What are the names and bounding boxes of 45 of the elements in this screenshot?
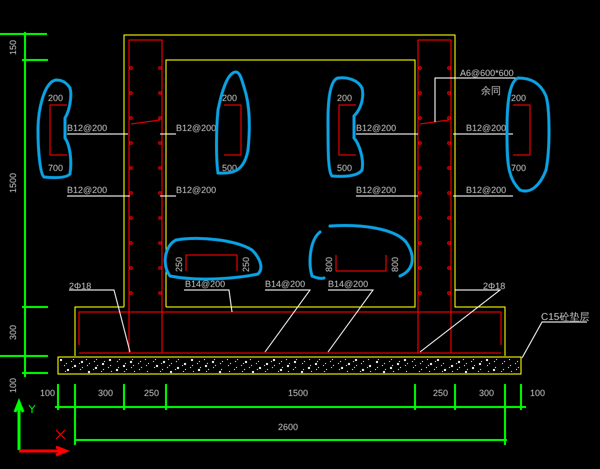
dimension-text: 250 xyxy=(174,256,184,272)
rebar-label: B12@200 xyxy=(67,185,108,195)
dimension-text: 800 xyxy=(324,256,334,272)
dimension-text: 200 xyxy=(222,93,238,103)
rebar-label: B12@200 xyxy=(466,185,506,195)
dimension-text: 2600 xyxy=(278,422,298,432)
dimension-text: 200 xyxy=(511,93,526,103)
dimension-text: 300 xyxy=(479,388,494,398)
leader-line xyxy=(264,290,311,352)
ucs-axis-icon xyxy=(14,398,70,456)
dimension-text: 100 xyxy=(8,378,18,393)
rebar-label: B14@200 xyxy=(328,279,368,289)
dimension-text: 300 xyxy=(98,388,114,398)
cushion-label: C15砼垫层 xyxy=(541,312,590,323)
leader-line xyxy=(184,290,232,312)
rebar-label: B14@200 xyxy=(265,279,306,289)
dimension-text: 500 xyxy=(337,163,352,173)
dimension-text: 800 xyxy=(390,256,400,272)
dimension-text: 150 xyxy=(8,40,18,55)
rebar-label: A6@600*600 xyxy=(460,68,514,78)
leader-line xyxy=(328,290,374,352)
dimension-text: 200 xyxy=(48,93,64,103)
rebar-label: B12@200 xyxy=(176,185,216,195)
dimension-text: 100 xyxy=(530,388,546,398)
dimension-text: 700 xyxy=(511,163,526,173)
rebar-label: B12@200 xyxy=(356,123,396,133)
dimension-text: 1500 xyxy=(288,388,308,398)
dimension-text: 250 xyxy=(433,388,448,398)
dimension-text: 1500 xyxy=(8,172,18,193)
dimension-text: 200 xyxy=(337,93,352,103)
rebar-label: B12@200 xyxy=(466,123,506,133)
dimension-text: 250 xyxy=(144,388,160,398)
rebar-label: 2Φ18 xyxy=(69,281,92,291)
dimension-text: 100 xyxy=(40,388,56,398)
dimension-text: 300 xyxy=(8,324,18,340)
leader-line xyxy=(522,322,588,358)
note-text: 余同 xyxy=(481,86,501,97)
rebar-label: 2Φ18 xyxy=(483,281,506,291)
rebar-label: B14@200 xyxy=(185,279,226,289)
leader-line xyxy=(68,290,130,352)
rebar-label: B12@200 xyxy=(356,185,396,195)
dimension-text: 250 xyxy=(241,256,251,272)
rebar-label: B12@200 xyxy=(176,123,216,133)
rebar-label: B12@200 xyxy=(67,123,108,133)
dimension-text: 700 xyxy=(48,163,64,173)
